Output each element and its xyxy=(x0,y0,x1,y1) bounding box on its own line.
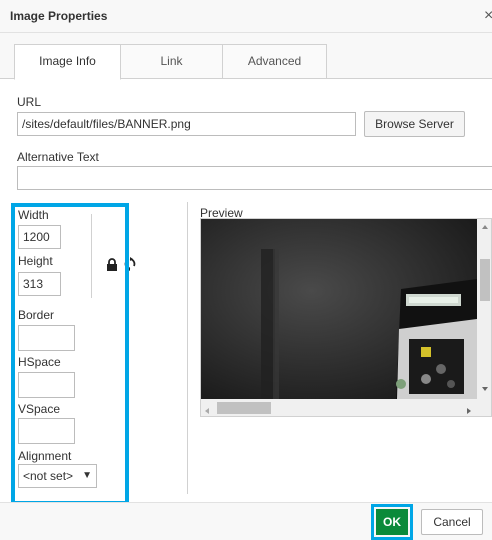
browse-server-button[interactable]: Browse Server xyxy=(364,111,465,137)
url-input[interactable]: /sites/default/files/BANNER.png xyxy=(17,112,356,136)
dialog-title: Image Properties xyxy=(10,9,108,23)
column-divider xyxy=(187,202,188,494)
tab-image-info[interactable]: Image Info xyxy=(14,44,121,80)
dialog-footer xyxy=(0,502,492,540)
preview-image xyxy=(201,219,491,416)
close-icon[interactable]: × xyxy=(484,7,492,25)
alt-text-input[interactable] xyxy=(17,166,492,190)
tab-advanced[interactable]: Advanced xyxy=(222,44,327,79)
settings-highlight xyxy=(11,203,129,505)
ok-highlight xyxy=(371,504,413,540)
tab-link[interactable]: Link xyxy=(120,44,223,79)
cancel-button[interactable]: Cancel xyxy=(421,509,483,535)
alt-text-label: Alternative Text xyxy=(17,150,99,164)
preview-pane xyxy=(200,218,492,417)
url-label: URL xyxy=(17,95,42,109)
dialog-titlebar: Image Properties × xyxy=(0,0,492,33)
